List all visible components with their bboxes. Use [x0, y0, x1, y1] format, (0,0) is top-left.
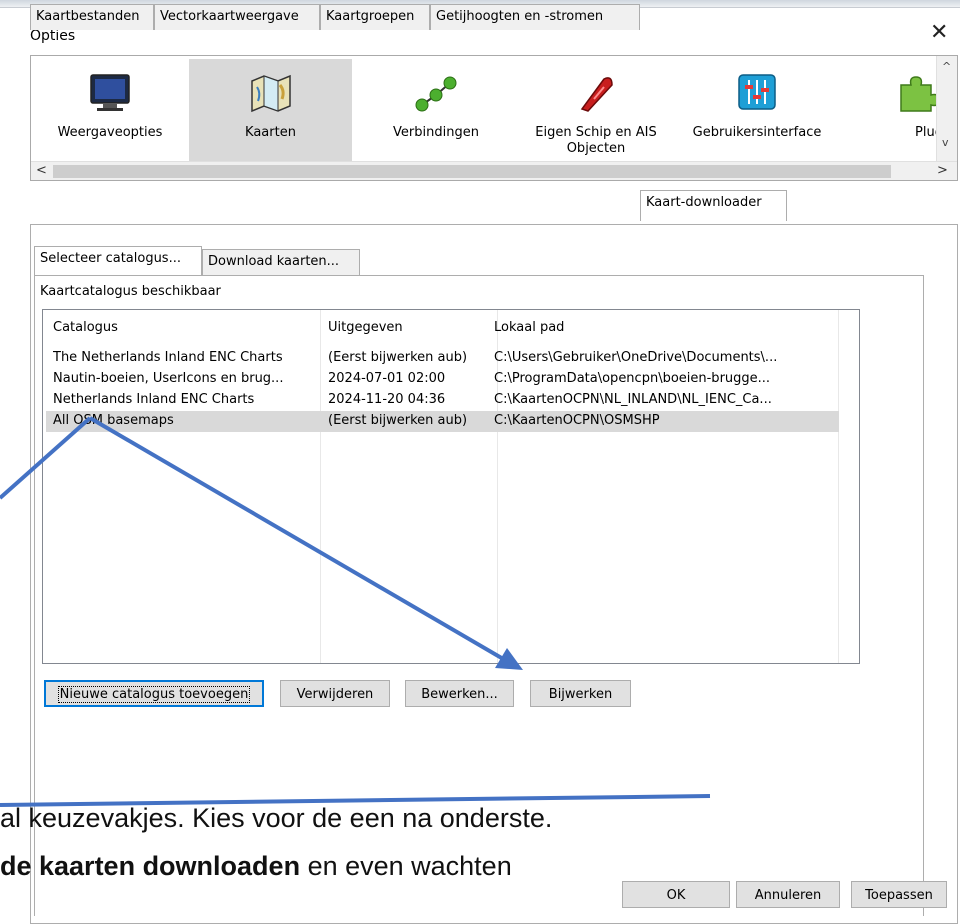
category-gebruikersinterface[interactable]: Gebruikersinterface — [672, 59, 842, 162]
category-verbindingen[interactable]: Verbindingen — [352, 59, 520, 162]
chevron-left-icon[interactable]: < — [36, 163, 47, 178]
column-header-lokaal-pad[interactable]: Lokaal pad — [494, 320, 564, 335]
category-weergaveopties[interactable]: Weergaveopties — [31, 59, 189, 162]
remove-catalog-button[interactable]: Verwijderen — [280, 680, 390, 707]
category-kaarten[interactable]: Kaarten — [189, 59, 352, 162]
category-vertical-scrollbar[interactable]: ^ v — [936, 56, 957, 162]
category-plugin[interactable]: Plugin — [877, 59, 937, 162]
annotation-text-rest: en even wachten — [300, 851, 512, 881]
cell-catalogus: Nautin-boeien, UserIcons en brug... — [53, 371, 284, 386]
category-label: Weergaveopties — [57, 125, 163, 140]
table-row[interactable]: Nautin-boeien, UserIcons en brug... 2024… — [46, 369, 839, 390]
update-catalog-button[interactable]: Bijwerken — [530, 680, 631, 707]
annotation-text-bold: de kaarten downloaden — [0, 851, 301, 881]
chevron-up-icon[interactable]: ^ — [942, 60, 951, 73]
subtab-selecteer-catalogus[interactable]: Selecteer catalogus... — [34, 246, 202, 275]
category-strip: Weergaveopties Kaarten Verbindingen Eige… — [31, 56, 937, 162]
category-horizontal-scrollbar[interactable]: < > — [31, 161, 957, 180]
column-header-catalogus[interactable]: Catalogus — [53, 320, 118, 335]
catalog-group-label: Kaartcatalogus beschikbaar — [40, 284, 221, 299]
cell-lokaal-pad: C:\ProgramData\opencpn\boeien-brugge... — [494, 371, 771, 386]
monitor-icon — [88, 73, 132, 117]
puzzle-icon — [895, 73, 937, 117]
tab-vectorkaartweergave[interactable]: Vectorkaartweergave — [154, 4, 320, 30]
cell-lokaal-pad: C:\KaartenOCPN\OSMSHP — [494, 413, 660, 428]
tab-kaartbestanden[interactable]: Kaartbestanden — [30, 4, 154, 30]
chevron-right-icon[interactable]: > — [937, 163, 948, 178]
category-label: Kaarten — [245, 125, 296, 140]
ship-icon — [574, 73, 618, 117]
category-label: Verbindingen — [393, 125, 479, 140]
category-label: Gebruikersinterface — [692, 125, 822, 140]
tab-kaartgroepen[interactable]: Kaartgroepen — [320, 4, 430, 30]
table-row[interactable]: Netherlands Inland ENC Charts 2024-11-20… — [46, 390, 839, 411]
apply-button[interactable]: Toepassen — [851, 881, 947, 908]
add-catalog-button[interactable]: Nieuwe catalogus toevoegen — [44, 680, 264, 707]
tab-getijhoogten[interactable]: Getijhoogten en -stromen — [430, 4, 640, 30]
chevron-down-icon[interactable]: v — [942, 136, 949, 149]
cancel-button[interactable]: Annuleren — [736, 881, 840, 908]
edit-catalog-button[interactable]: Bewerken... — [405, 680, 514, 707]
annotation-text-line2: de kaarten downloaden en even wachten — [0, 851, 512, 882]
close-icon[interactable]: ✕ — [930, 22, 948, 44]
annotation-text-line1: al keuzevakjes. Kies voor de een na onde… — [0, 803, 553, 833]
cell-catalogus: The Netherlands Inland ENC Charts — [53, 350, 283, 365]
map-icon — [249, 73, 293, 117]
category-label: Eigen Schip en AIS Objecten — [535, 125, 657, 156]
subtab-download-kaarten[interactable]: Download kaarten... — [202, 249, 360, 275]
add-catalog-label: Nieuwe catalogus toevoegen — [57, 686, 251, 703]
category-panel: Weergaveopties Kaarten Verbindingen Eige… — [30, 55, 958, 181]
cell-catalogus: All OSM basemaps — [53, 413, 174, 428]
sliders-icon — [735, 73, 779, 117]
catalog-list[interactable]: Catalogus Uitgegeven Lokaal pad The Neth… — [42, 309, 860, 664]
cell-uitgegeven: (Eerst bijwerken aub) — [328, 413, 468, 428]
window-title: Opties — [30, 28, 76, 44]
cell-lokaal-pad: C:\KaartenOCPN\NL_INLAND\NL_IENC_Ca... — [494, 392, 772, 407]
cell-uitgegeven: 2024-11-20 04:36 — [328, 392, 446, 407]
cell-catalogus: Netherlands Inland ENC Charts — [53, 392, 255, 407]
cell-uitgegeven: (Eerst bijwerken aub) — [328, 350, 468, 365]
tab-kaart-downloader[interactable]: Kaart-downloader — [640, 190, 787, 221]
category-label: Plugin — [915, 125, 937, 140]
cell-uitgegeven: 2024-07-01 02:00 — [328, 371, 446, 386]
cell-lokaal-pad: C:\Users\Gebruiker\OneDrive\Documents\..… — [494, 350, 778, 365]
scrollbar-thumb[interactable] — [53, 165, 891, 178]
table-row-selected[interactable]: All OSM basemaps (Eerst bijwerken aub) C… — [46, 411, 839, 432]
ok-button[interactable]: OK — [622, 881, 730, 908]
column-header-uitgegeven[interactable]: Uitgegeven — [328, 320, 403, 335]
connections-icon — [414, 73, 458, 117]
table-row[interactable]: The Netherlands Inland ENC Charts (Eerst… — [46, 348, 839, 369]
category-eigen-schip[interactable]: Eigen Schip en AIS Objecten — [520, 59, 672, 162]
